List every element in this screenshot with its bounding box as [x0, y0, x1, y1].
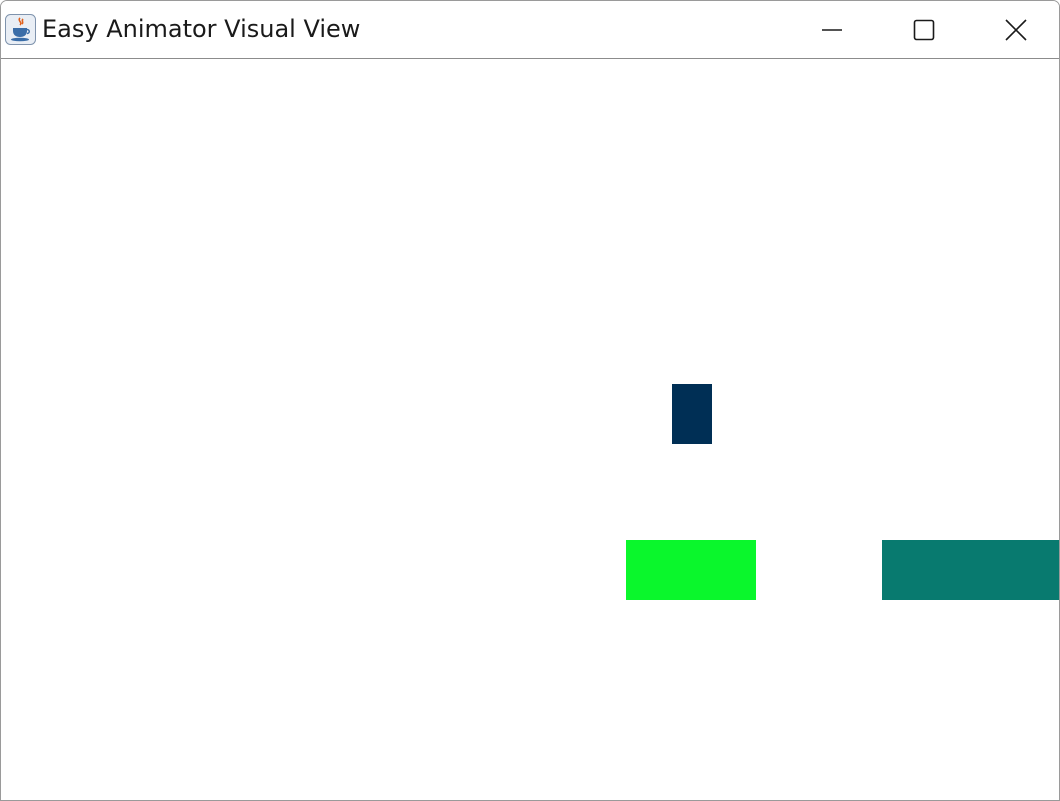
dark-blue-rectangle [672, 384, 712, 444]
maximize-icon [913, 19, 935, 41]
app-window: Easy Animator Visual View [0, 0, 1060, 801]
title-bar[interactable]: Easy Animator Visual View [1, 1, 1059, 59]
close-icon [1005, 18, 1027, 41]
window-title: Easy Animator Visual View [42, 15, 361, 43]
minimize-button[interactable] [786, 1, 878, 58]
minimize-icon [822, 20, 842, 40]
green-rectangle [626, 540, 756, 600]
close-button[interactable] [970, 1, 1059, 58]
teal-rectangle [882, 540, 1059, 600]
maximize-button[interactable] [878, 1, 970, 58]
java-coffee-cup-icon[interactable] [5, 14, 36, 45]
animation-canvas [1, 59, 1059, 800]
